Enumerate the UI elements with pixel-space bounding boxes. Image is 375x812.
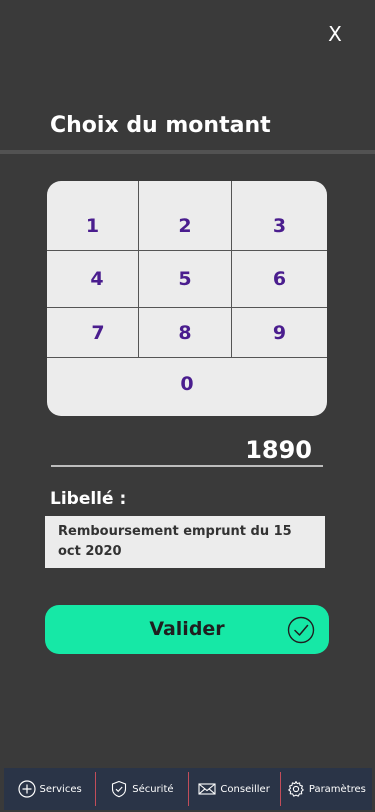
keypad-key-6[interactable]: 6 bbox=[232, 251, 327, 307]
libelle-field[interactable]: Remboursement emprunt du 15 oct 2020 bbox=[45, 516, 325, 568]
amount-value: 1890 bbox=[245, 436, 312, 464]
numeric-keypad: 1 2 3 4 5 6 7 8 9 0 bbox=[47, 181, 327, 416]
validate-button[interactable]: Valider bbox=[45, 605, 329, 654]
page-title: Choix du montant bbox=[50, 113, 271, 138]
title-divider bbox=[0, 150, 375, 154]
nav-item-securite[interactable]: Sécurité bbox=[96, 768, 187, 810]
shield-check-icon bbox=[112, 780, 127, 798]
keypad-key-7[interactable]: 7 bbox=[47, 308, 149, 357]
close-button[interactable]: X bbox=[323, 22, 347, 46]
nav-item-label: Conseiller bbox=[220, 783, 270, 795]
nav-item-label: Services bbox=[39, 783, 82, 795]
nav-item-conseiller[interactable]: Conseiller bbox=[189, 768, 280, 810]
keypad-key-3[interactable]: 3 bbox=[232, 201, 327, 250]
keypad-key-1[interactable]: 1 bbox=[47, 201, 138, 250]
check-circle-icon bbox=[287, 616, 315, 644]
keypad-key-9[interactable]: 9 bbox=[232, 308, 327, 357]
gear-icon bbox=[288, 780, 304, 797]
plus-circle-icon bbox=[17, 780, 36, 798]
libelle-label: Libellé : bbox=[50, 489, 127, 509]
keypad-key-2[interactable]: 2 bbox=[139, 201, 231, 250]
nav-item-parametres[interactable]: Paramètres bbox=[281, 768, 372, 810]
nav-item-label: Sécurité bbox=[132, 783, 174, 795]
nav-item-label: Paramètres bbox=[308, 783, 366, 795]
keypad-key-4[interactable]: 4 bbox=[47, 251, 147, 307]
keypad-key-0[interactable]: 0 bbox=[47, 358, 327, 410]
keypad-key-5[interactable]: 5 bbox=[139, 251, 231, 307]
bottom-navigation: Services Sécurité Conseiller Paramètres bbox=[4, 768, 372, 810]
keypad-key-8[interactable]: 8 bbox=[139, 308, 231, 357]
nav-item-services[interactable]: Services bbox=[4, 768, 95, 810]
envelope-icon bbox=[198, 783, 216, 795]
amount-underline bbox=[51, 465, 323, 467]
